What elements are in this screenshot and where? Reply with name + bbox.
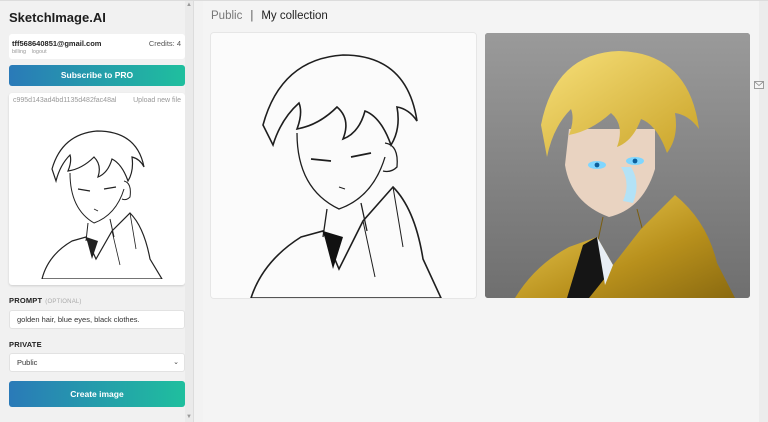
private-label: PRIVATE — [9, 340, 42, 349]
account-panel: tff568640851@gmail.com billing logout Cr… — [9, 34, 185, 59]
window-top-border — [0, 0, 768, 1]
scroll-down-icon[interactable]: ▼ — [186, 414, 192, 420]
account-email: tff568640851@gmail.com — [12, 39, 102, 48]
tab-my-collection[interactable]: My collection — [261, 10, 327, 22]
collection-tabs: Public | My collection — [211, 10, 328, 22]
tab-public[interactable]: Public — [211, 10, 242, 22]
uploaded-sketch-thumbnail[interactable] — [12, 109, 182, 280]
tab-separator: | — [250, 10, 254, 22]
gallery-generated-image[interactable] — [485, 33, 750, 298]
prompt-optional-hint: (OPTIONAL) — [45, 299, 82, 305]
main-scrollbar[interactable] — [754, 0, 768, 422]
visibility-select[interactable]: Public ⌄ — [9, 353, 185, 372]
prompt-label-text: PROMPT — [9, 296, 43, 305]
create-image-button[interactable]: Create image — [9, 381, 185, 407]
sketch-thumbnail-image — [12, 109, 182, 280]
sidebar: SketchImage.AI tff568640851@gmail.com bi… — [0, 0, 194, 422]
logout-link[interactable]: logout — [32, 49, 47, 55]
chevron-down-icon: ⌄ — [173, 359, 179, 366]
visibility-selected: Public — [17, 358, 38, 367]
account-links: billing logout — [12, 49, 51, 55]
main-content: Public | My collection — [203, 0, 768, 422]
upload-card: c995d143ad4bd1135d482fac48al Upload new … — [9, 93, 185, 285]
prompt-label: PROMPT (OPTIONAL) — [9, 296, 82, 305]
subscribe-button[interactable]: Subscribe to PRO — [9, 65, 185, 86]
upload-new-file-link[interactable]: Upload new file — [133, 97, 181, 104]
prompt-input[interactable]: golden hair, blue eyes, black clothes. — [9, 310, 185, 329]
sketch-image — [211, 33, 476, 298]
gallery-sketch-image[interactable] — [211, 33, 476, 298]
sidebar-scrollbar[interactable]: ▲ ▼ — [185, 0, 193, 422]
brand-logo[interactable]: SketchImage.AI — [9, 10, 106, 25]
billing-link[interactable]: billing — [12, 49, 26, 55]
scroll-up-icon[interactable]: ▲ — [186, 2, 192, 8]
credits-count: Credits: 4 — [148, 39, 181, 48]
generated-image — [485, 33, 750, 298]
file-id: c995d143ad4bd1135d482fac48al — [13, 97, 117, 104]
mail-icon[interactable] — [754, 81, 764, 89]
